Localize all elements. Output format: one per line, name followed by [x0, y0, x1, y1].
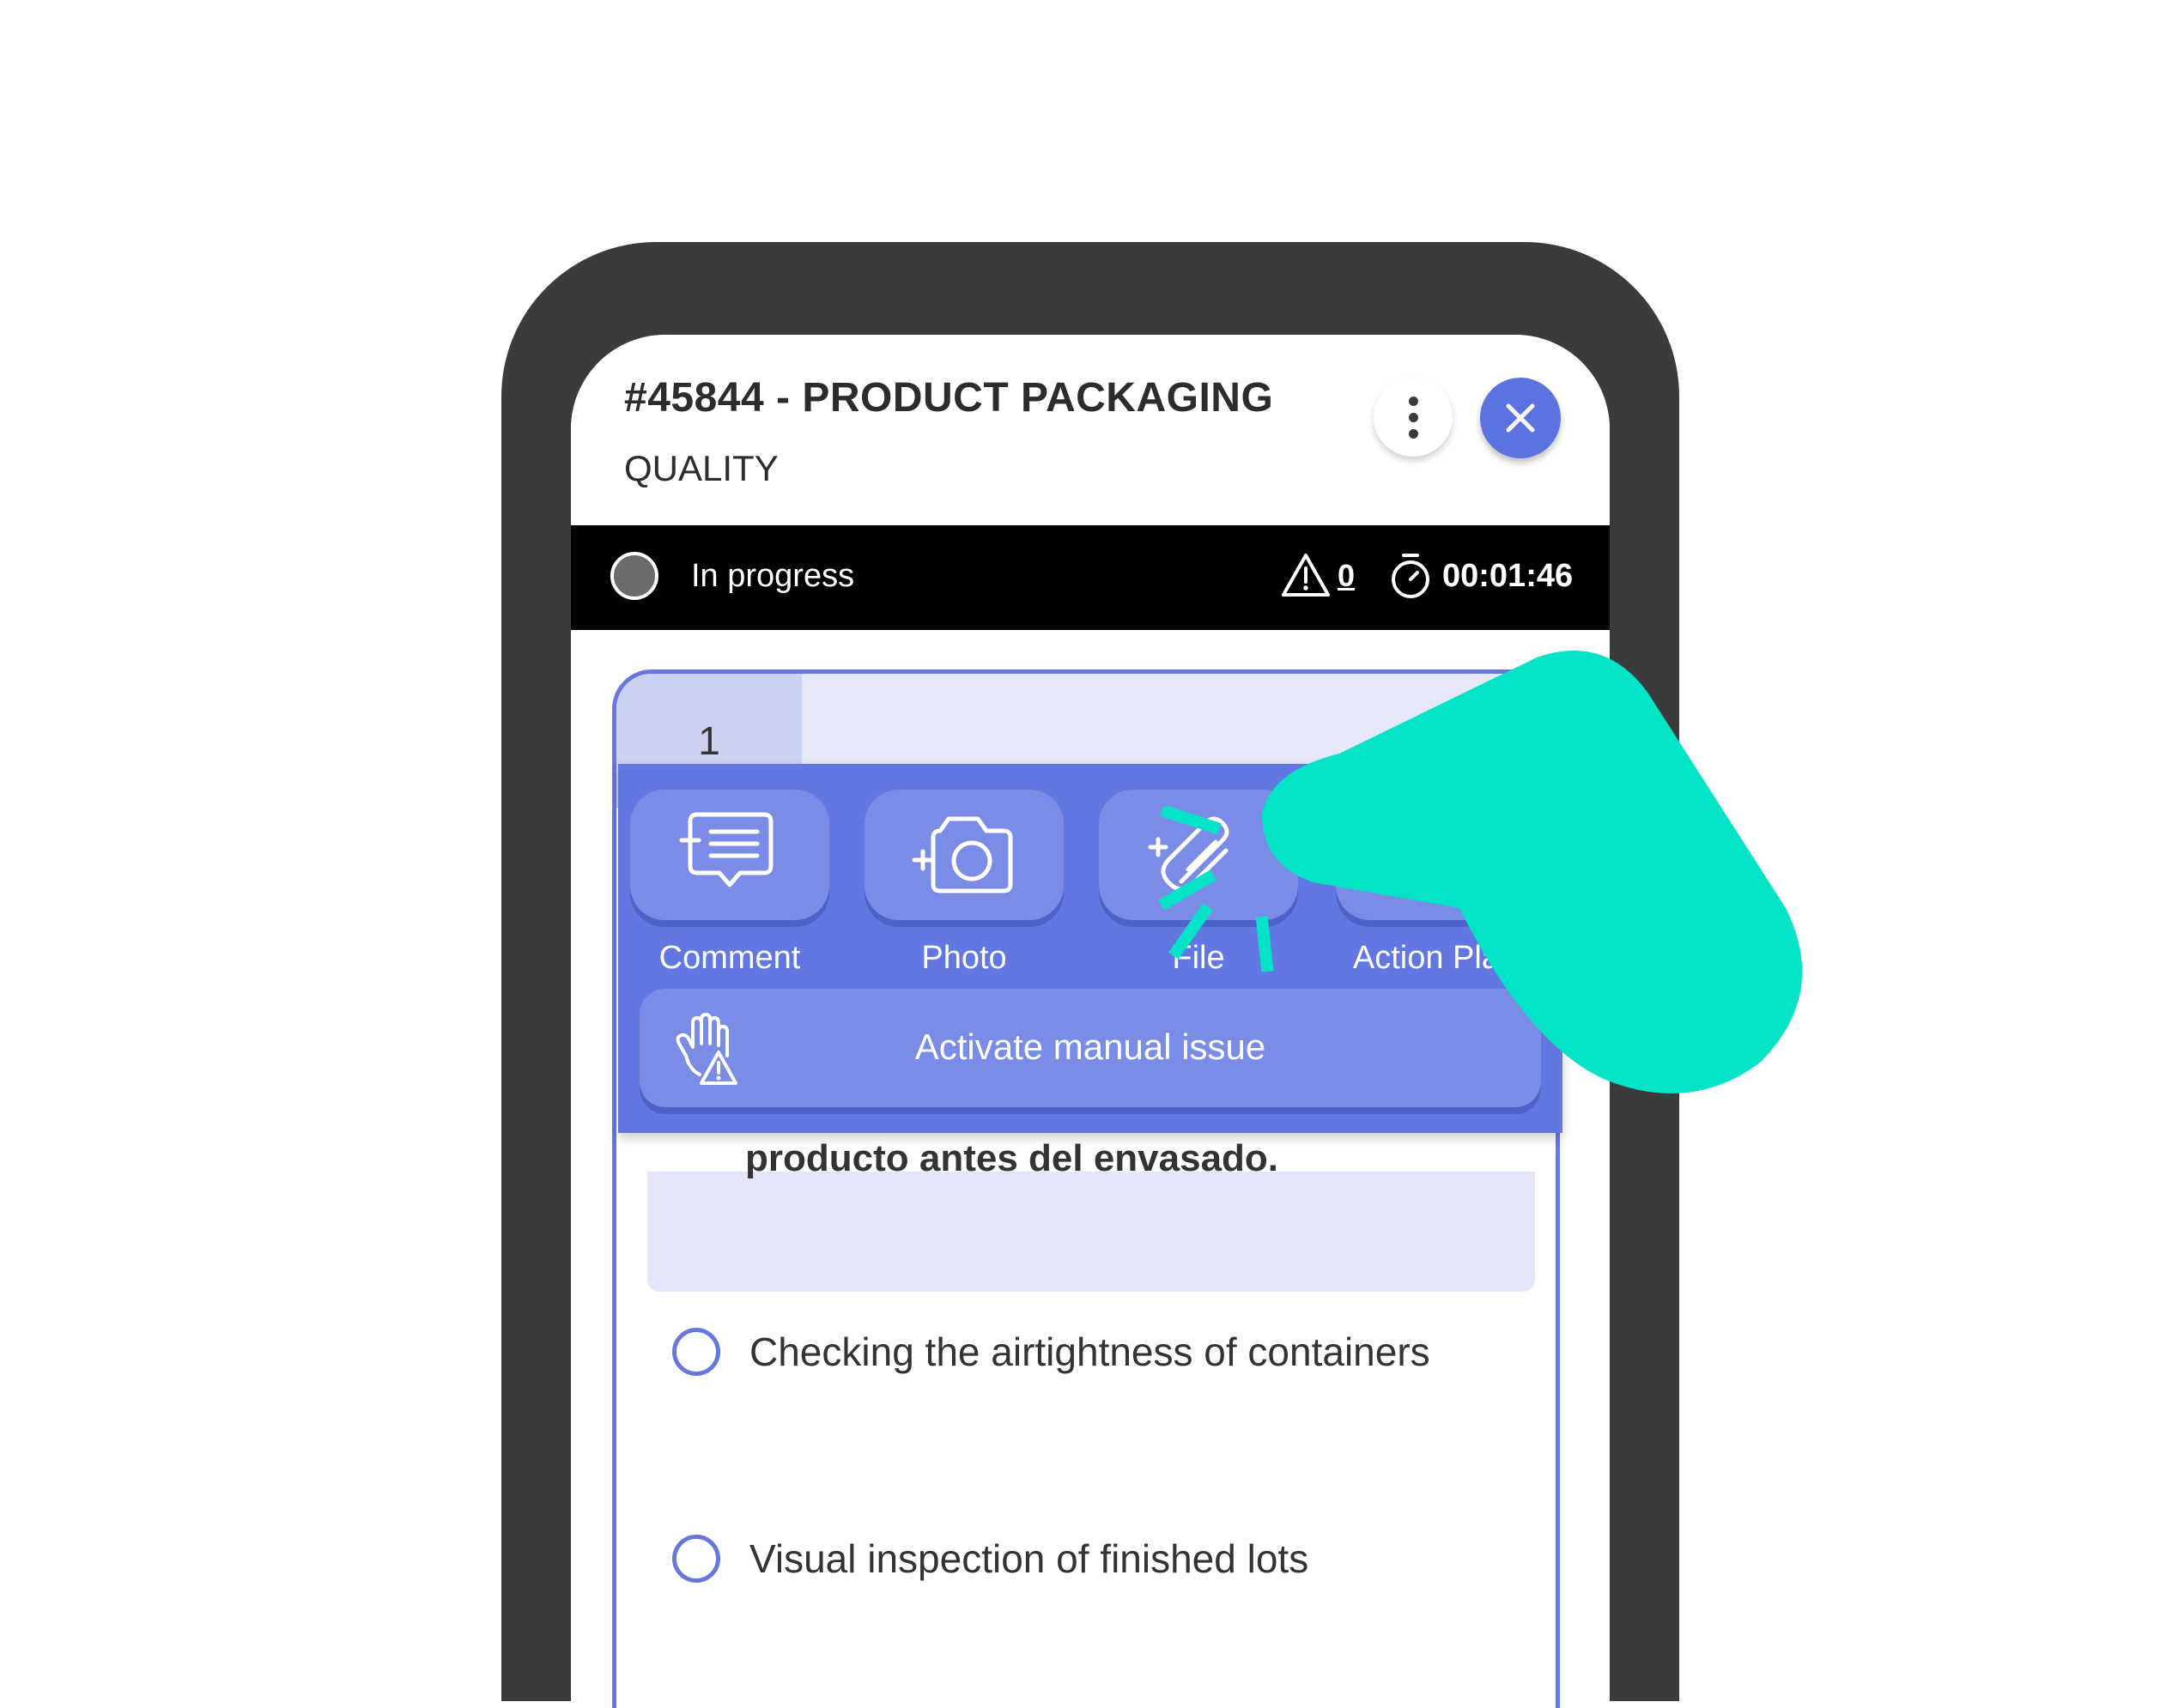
tap-sparks-icon — [1158, 807, 1274, 972]
add-photo-label: Photo — [921, 940, 1007, 976]
add-comment-button[interactable] — [630, 790, 829, 920]
answer-option[interactable]: Checking the airtightness of containers — [672, 1322, 1430, 1382]
close-icon — [1506, 403, 1535, 433]
answer-option-label: Checking the airtightness of containers — [749, 1329, 1430, 1374]
radio-button[interactable] — [672, 1328, 720, 1376]
add-comment-label: Comment — [658, 940, 801, 976]
more-options-button[interactable] — [1374, 378, 1453, 457]
warning-icon — [1282, 554, 1330, 597]
question-text: producto antes del envasado. — [745, 1137, 1279, 1179]
status-bar: In progress 0 00:01:46 — [571, 525, 1610, 630]
checklist-header: #45844 - PRODUCT PACKAGING QUALITY — [571, 335, 1610, 522]
status-text: In progress — [691, 558, 855, 594]
stopwatch-icon — [1392, 554, 1429, 598]
more-vertical-icon — [1408, 393, 1418, 442]
elapsed-timer: 00:01:46 — [1442, 558, 1574, 594]
question-text-area — [647, 1172, 1535, 1292]
pointing-hand-illustration — [1262, 651, 1803, 1093]
status-indicator — [610, 552, 658, 600]
issues-count[interactable]: 0 — [1338, 558, 1355, 594]
close-button[interactable] — [1480, 378, 1561, 458]
checklist-category: QUALITY — [624, 448, 779, 488]
radio-button[interactable] — [672, 1535, 720, 1583]
answer-option-label: Visual inspection of finished lots — [749, 1536, 1309, 1581]
answer-option[interactable]: Visual inspection of finished lots — [672, 1529, 1308, 1589]
add-photo-icon — [912, 816, 1013, 893]
add-comment-icon — [679, 812, 774, 887]
add-photo-button[interactable] — [865, 790, 1064, 920]
checklist-title: #45844 - PRODUCT PACKAGING — [624, 375, 1274, 421]
